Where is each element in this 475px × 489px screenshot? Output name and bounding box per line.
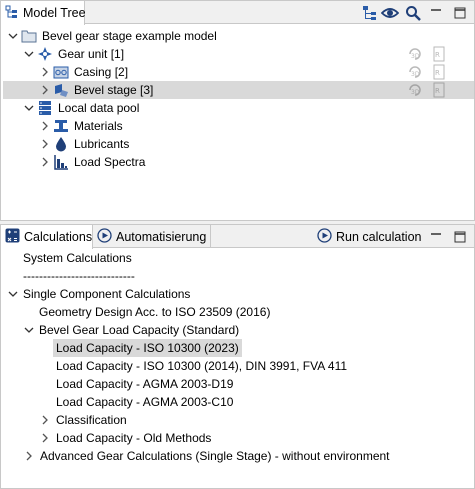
tab-calculations[interactable]: Calculations <box>1 225 93 249</box>
eye-icon[interactable] <box>381 4 399 22</box>
chevron-right-icon[interactable] <box>23 450 35 462</box>
calc-group-label: Load Capacity - Old Methods <box>56 431 212 445</box>
chevron-right-icon[interactable] <box>39 156 51 168</box>
lubricant-drop-icon <box>53 136 69 152</box>
chevron-right-icon[interactable] <box>39 414 51 426</box>
minimize-icon[interactable] <box>427 228 445 246</box>
calc-item-iso-10300-2023[interactable]: Load Capacity - ISO 10300 (2023) <box>53 339 242 357</box>
tree-node-label: Bevel gear stage example model <box>42 29 217 43</box>
model-tree-tab-icon <box>5 5 19 22</box>
tree-node-label: Gear unit [1] <box>58 47 125 61</box>
calculations-tab-label: Calculations <box>24 230 93 244</box>
model-tree-tab-label: Model Tree <box>23 6 86 20</box>
chevron-down-icon[interactable] <box>23 48 35 60</box>
gear-unit-icon <box>37 46 53 62</box>
calc-item-agma-c10[interactable]: Load Capacity - AGMA 2003-C10 <box>56 393 233 411</box>
chevron-down-icon[interactable] <box>7 30 19 42</box>
tree-node-gear-unit[interactable]: Gear unit [1] <box>23 45 124 63</box>
calc-item-label: Load Capacity - AGMA 2003-C10 <box>56 395 234 409</box>
tab-model-tree[interactable]: Model Tree <box>1 1 86 25</box>
svg-text:3D: 3D <box>411 53 420 60</box>
tree-node-lubricants[interactable]: Lubricants <box>39 135 129 153</box>
tree-node-root[interactable]: Bevel gear stage example model <box>7 27 217 45</box>
report-icon[interactable]: R <box>431 46 447 62</box>
3d-view-icon[interactable]: 3D <box>407 64 423 80</box>
svg-text:R: R <box>435 51 440 59</box>
tree-node-label: Lubricants <box>74 137 130 151</box>
play-circle-icon <box>97 227 112 246</box>
calc-item-geometry-design[interactable]: Geometry Design Acc. to ISO 23509 (2016) <box>39 303 270 321</box>
database-icon <box>37 100 53 116</box>
tree-node-local-data-pool[interactable]: Local data pool <box>23 99 139 117</box>
tree-node-label: Materials <box>74 119 123 133</box>
calc-separator: ---------------------------- <box>23 267 135 285</box>
calc-group-bevel-load-capacity[interactable]: Bevel Gear Load Capacity (Standard) <box>23 321 239 339</box>
calc-item-system[interactable]: System Calculations <box>23 249 132 267</box>
chevron-right-icon[interactable] <box>39 120 51 132</box>
tree-node-load-spectra[interactable]: Load Spectra <box>39 153 145 171</box>
separator-label: ---------------------------- <box>23 269 135 283</box>
calc-item-label: Load Capacity - ISO 10300 (2023) <box>56 341 239 355</box>
chevron-right-icon[interactable] <box>39 84 51 96</box>
calc-group-label: Classification <box>56 413 127 427</box>
automation-tab-label: Automatisierung <box>116 229 207 244</box>
tree-node-label: Bevel stage [3] <box>74 83 154 97</box>
chevron-right-icon[interactable] <box>39 66 51 78</box>
calc-group-single-component[interactable]: Single Component Calculations <box>7 285 190 303</box>
model-tree-tabbar: Model Tree <box>1 1 474 25</box>
calc-item-label: Geometry Design Acc. to ISO 23509 (2016) <box>39 305 271 319</box>
chevron-down-icon[interactable] <box>23 102 35 114</box>
tree-node-label: Local data pool <box>58 101 140 115</box>
materials-icon <box>53 118 69 134</box>
calc-item-agma-d19[interactable]: Load Capacity - AGMA 2003-D19 <box>56 375 233 393</box>
calc-group-label: Advanced Gear Calculations (Single Stage… <box>40 449 390 463</box>
3d-view-icon[interactable]: 3D <box>407 46 423 62</box>
tree-node-label: Load Spectra <box>74 155 146 169</box>
report-icon[interactable]: R <box>431 82 447 98</box>
model-tree-panel: Model Tree Bevel gear stage example mode… <box>0 0 475 221</box>
run-calculation-button[interactable]: Run calculation <box>313 225 425 248</box>
chevron-right-icon[interactable] <box>39 432 51 444</box>
3d-view-icon[interactable]: 3D <box>407 82 423 98</box>
calc-group-advanced[interactable]: Advanced Gear Calculations (Single Stage… <box>23 447 390 465</box>
minimize-icon[interactable] <box>427 4 445 22</box>
svg-text:R: R <box>435 87 440 95</box>
calc-item-label: Load Capacity - ISO 10300 (2014), DIN 39… <box>56 359 348 373</box>
casing-icon <box>53 64 69 80</box>
calculations-panel: Calculations Automatisierung Run calcula… <box>0 224 475 489</box>
report-icon[interactable]: R <box>431 64 447 80</box>
svg-text:3D: 3D <box>411 71 420 78</box>
chevron-down-icon[interactable] <box>23 324 35 336</box>
maximize-icon[interactable] <box>451 228 469 246</box>
maximize-icon[interactable] <box>451 4 469 22</box>
play-circle-icon <box>317 227 332 246</box>
calculator-icon <box>5 228 20 246</box>
calc-item-label: Load Capacity - AGMA 2003-D19 <box>56 377 234 391</box>
calc-group-label: Bevel Gear Load Capacity (Standard) <box>39 323 240 337</box>
hierarchy-filter-icon[interactable] <box>361 4 379 22</box>
tree-node-label: Casing [2] <box>74 65 129 79</box>
calc-group-old-methods[interactable]: Load Capacity - Old Methods <box>39 429 211 447</box>
bevel-gear-icon <box>53 82 69 98</box>
folder-icon <box>21 28 37 44</box>
load-spectra-icon <box>53 154 69 170</box>
tab-automation[interactable]: Automatisierung <box>93 225 211 248</box>
search-icon[interactable] <box>404 4 422 22</box>
svg-text:3D: 3D <box>411 89 420 96</box>
calc-item-label: System Calculations <box>23 251 132 265</box>
calc-group-classification[interactable]: Classification <box>39 411 127 429</box>
run-calculation-label: Run calculation <box>336 229 422 244</box>
chevron-right-icon[interactable] <box>39 138 51 150</box>
chevron-down-icon[interactable] <box>7 288 19 300</box>
tree-node-bevel-stage[interactable]: Bevel stage [3] <box>3 81 474 99</box>
tree-node-materials[interactable]: Materials <box>39 117 123 135</box>
calculations-tabbar: Calculations Automatisierung Run calcula… <box>1 225 474 249</box>
calc-group-label: Single Component Calculations <box>23 287 191 301</box>
tree-node-casing[interactable]: Casing [2] <box>39 63 128 81</box>
calc-item-iso-10300-2014[interactable]: Load Capacity - ISO 10300 (2014), DIN 39… <box>56 357 347 375</box>
svg-text:R: R <box>435 69 440 77</box>
